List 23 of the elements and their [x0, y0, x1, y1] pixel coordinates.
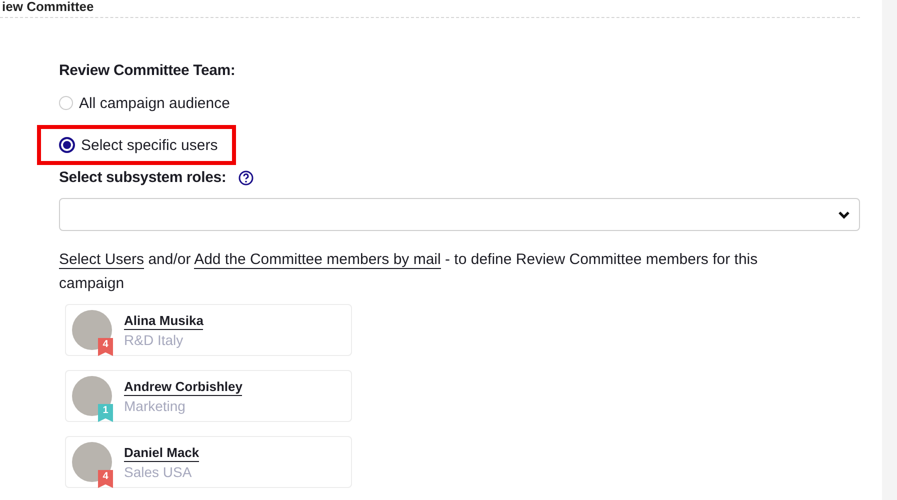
radio-button[interactable] [59, 137, 75, 153]
user-department: Sales USA [124, 464, 192, 480]
avatar-placeholder [72, 310, 112, 350]
avatar-placeholder [72, 376, 112, 416]
select-users-link[interactable]: Select Users [59, 251, 144, 269]
user-department: Marketing [124, 398, 186, 414]
field-label: Review Committee Team: [59, 62, 236, 79]
user-name-link[interactable]: Alina Musika [124, 312, 204, 330]
level-badge: 4 [98, 470, 113, 488]
level-badge: 1 [98, 404, 113, 422]
section-title: iew Committee [1, 0, 95, 14]
help-icon[interactable] [238, 170, 254, 186]
radio-label[interactable]: Select specific users [81, 136, 218, 154]
avatar-placeholder [72, 442, 112, 482]
radio-label[interactable]: All campaign audience [79, 94, 230, 112]
user-department: R&D Italy [124, 332, 184, 348]
user-name-link[interactable]: Daniel Mack [124, 444, 200, 462]
user-name-link[interactable]: Andrew Corbishley [124, 378, 242, 396]
level-badge: 4 [98, 338, 113, 356]
instruction-text: Select Users and/or Add the Committee members by mail - to define Review Committee members for this campaign [59, 250, 759, 294]
field-label: Select subsystem roles: [59, 169, 226, 186]
chevron-down-icon[interactable] [838, 210, 850, 218]
add-by-mail-link[interactable]: Add the Committee members by mail [194, 251, 441, 269]
